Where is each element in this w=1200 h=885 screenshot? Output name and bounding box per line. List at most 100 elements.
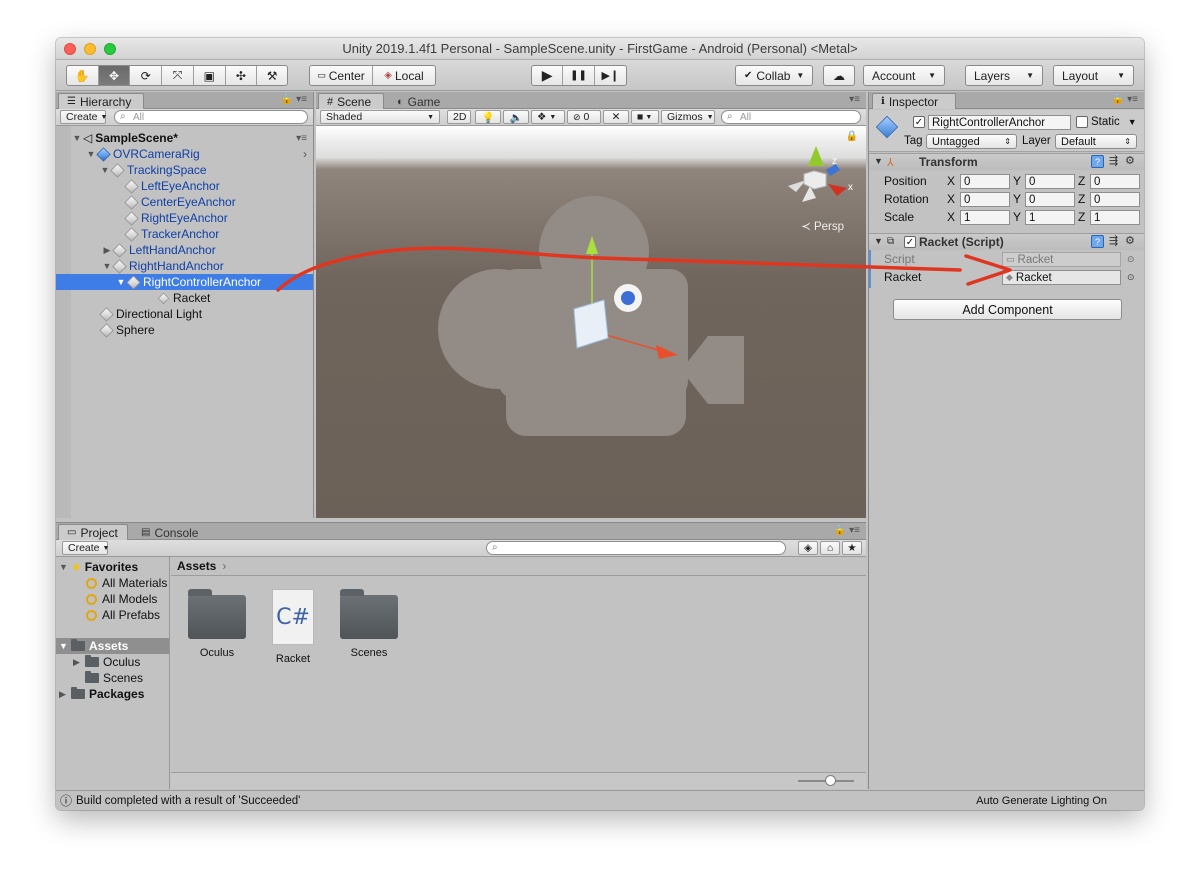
scale-y-field[interactable]: 1 — [1025, 210, 1075, 225]
tree-row-trackingspace[interactable]: ▼ TrackingSpace — [56, 162, 313, 178]
transform-header[interactable]: ▼ ⅄ Transform ? ⇶ ⚙ — [869, 153, 1144, 170]
tree-row-lefthandanchor[interactable]: ▶ LeftHandAnchor — [56, 242, 313, 258]
custom-tool-button[interactable]: ⚒ — [257, 66, 287, 85]
asset-racket-script[interactable]: C# Racket — [258, 589, 328, 665]
filter-type-button[interactable]: ◈ — [798, 541, 818, 555]
foldout-arrow-icon[interactable]: ▼ — [874, 236, 883, 246]
project-search-input[interactable]: ⌕ — [486, 541, 786, 555]
projection-toggle[interactable]: ≺ Persp — [801, 219, 844, 233]
collapsed-arrow-icon[interactable]: ▶ — [59, 689, 71, 700]
shading-mode-dropdown[interactable]: Shaded ▼ — [320, 110, 440, 124]
gear-icon[interactable]: ⚙ — [1125, 234, 1135, 247]
racket-script-header[interactable]: ▼ ⧉ ✓ Racket (Script) ? ⇶ ⚙ — [869, 233, 1144, 250]
zoom-slider-thumb[interactable] — [825, 775, 836, 786]
preset-icon[interactable]: ⇶ — [1109, 154, 1118, 167]
cloud-button[interactable]: ☁ — [823, 65, 855, 86]
position-z-field[interactable]: 0 — [1090, 174, 1140, 189]
camera-dropdown[interactable]: ■ ▼ — [631, 110, 659, 124]
breadcrumb-assets[interactable]: Assets — [177, 559, 216, 573]
tree-row-righthandanchor[interactable]: ▼ RightHandAnchor — [56, 258, 313, 274]
rotation-z-field[interactable]: 0 — [1090, 192, 1140, 207]
foldout-arrow-icon[interactable]: ▼ — [874, 156, 883, 166]
favorite-all-prefabs[interactable]: All Prefabs — [56, 607, 169, 623]
tree-row-trackeranchor[interactable]: TrackerAnchor — [56, 226, 313, 242]
hierarchy-search-input[interactable]: ⌕ All — [114, 110, 308, 124]
filter-label-button[interactable]: ⌂ — [820, 541, 840, 555]
play-button[interactable]: ▶ — [532, 66, 564, 85]
tab-scene[interactable]: # Scene — [318, 93, 384, 109]
tree-row-packages[interactable]: ▶ Packages — [56, 686, 169, 702]
scene-lock-icon[interactable]: 🔒 — [846, 131, 858, 142]
tree-row-centereyeanchor[interactable]: CenterEyeAnchor — [56, 194, 313, 210]
scene-viewport[interactable]: z x ≺ Persp 🔒 — [316, 126, 866, 518]
favorite-button[interactable]: ★ — [842, 541, 862, 555]
layers-dropdown[interactable]: Layers ▼ — [965, 65, 1043, 86]
panel-menu-icon[interactable]: ▾≡ — [849, 94, 860, 105]
static-checkbox[interactable] — [1076, 116, 1088, 128]
transform-tool-button[interactable]: ✣ — [226, 66, 258, 85]
panel-menu-icon[interactable]: 🔒 ▾≡ — [834, 525, 860, 536]
preset-icon[interactable]: ⇶ — [1109, 234, 1118, 247]
tag-dropdown[interactable]: Untagged ⇕ — [926, 134, 1017, 149]
tree-row-lefteyeanchor[interactable]: LeftEyeAnchor — [56, 178, 313, 194]
pivot-local-button[interactable]: ◈ Local — [373, 66, 435, 85]
collapsed-arrow-icon[interactable]: ▶ — [73, 657, 85, 668]
collab-dropdown[interactable]: ✔ Collab ▼ — [735, 65, 813, 86]
scene-menu-icon[interactable]: ▾≡ — [296, 133, 307, 144]
help-icon[interactable]: ? — [1091, 155, 1104, 168]
scale-tool-button[interactable]: ⤧ — [162, 66, 194, 85]
tools-toggle[interactable]: ✕ — [603, 110, 629, 124]
position-x-field[interactable]: 0 — [960, 174, 1010, 189]
static-toggle[interactable]: Static ▼ — [1076, 116, 1137, 128]
tab-project[interactable]: ▭ Project — [58, 524, 128, 540]
tree-row-scenes[interactable]: Scenes — [56, 670, 169, 686]
gizmos-dropdown[interactable]: Gizmos ▼ — [661, 110, 715, 124]
tree-row-scene[interactable]: ▼ ◁ SampleScene* ▾≡ — [56, 130, 313, 146]
hand-tool-button[interactable]: ✋ — [67, 66, 99, 85]
tree-row-righteyeanchor[interactable]: RightEyeAnchor — [56, 210, 313, 226]
scene-search-input[interactable]: ⌕ All — [721, 110, 861, 124]
hidden-objects-toggle[interactable]: ⊘ 0 — [567, 110, 601, 124]
tree-row-oculus[interactable]: ▶ Oculus — [56, 654, 169, 670]
expand-arrow-icon[interactable]: ▼ — [59, 641, 71, 651]
component-enabled-checkbox[interactable]: ✓ — [904, 236, 916, 248]
tree-row-sphere[interactable]: Sphere — [56, 322, 313, 338]
2d-toggle[interactable]: 2D — [447, 110, 471, 124]
tree-row-ovrcamerarig[interactable]: ▼ OVRCameraRig › — [56, 146, 313, 162]
tab-console[interactable]: ▤ Console — [132, 524, 204, 540]
tab-hierarchy[interactable]: ☰ Hierarchy — [58, 93, 144, 109]
chevron-right-icon[interactable]: › — [303, 147, 307, 161]
layer-dropdown[interactable]: Default ⇕ — [1055, 134, 1137, 149]
scale-z-field[interactable]: 1 — [1090, 210, 1140, 225]
asset-oculus[interactable]: Oculus — [182, 589, 252, 659]
position-y-field[interactable]: 0 — [1025, 174, 1075, 189]
effects-dropdown[interactable]: ❖ ▼ — [531, 110, 565, 124]
panel-menu-icon[interactable]: 🔒 ▾≡ — [1112, 94, 1138, 105]
audio-toggle[interactable]: 🔈 — [503, 110, 529, 124]
scale-x-field[interactable]: 1 — [960, 210, 1010, 225]
rotation-y-field[interactable]: 0 — [1025, 192, 1075, 207]
expand-arrow-icon[interactable]: ▼ — [59, 562, 71, 572]
panel-menu-icon[interactable]: 🔒 ▾≡ — [281, 94, 307, 105]
help-icon[interactable]: ? — [1091, 235, 1104, 248]
object-picker-icon[interactable]: ⊙ — [1127, 272, 1135, 283]
create-dropdown[interactable]: Create ▼ — [60, 110, 107, 124]
rect-tool-button[interactable]: ▣ — [194, 66, 226, 85]
object-name-input[interactable]: RightControllerAnchor — [928, 115, 1071, 130]
tab-game[interactable]: ◐ Game — [388, 93, 448, 109]
lighting-toggle[interactable]: 💡 — [475, 110, 501, 124]
move-tool-button[interactable]: ✥ — [98, 66, 131, 85]
favorite-all-models[interactable]: All Models — [56, 591, 169, 607]
tree-row-racket[interactable]: Racket — [56, 290, 313, 306]
gear-icon[interactable]: ⚙ — [1125, 154, 1135, 167]
tree-row-directional-light[interactable]: Directional Light — [56, 306, 313, 322]
racket-object-field[interactable]: ◆ Racket — [1002, 270, 1121, 285]
step-button[interactable]: ▶❙ — [595, 66, 626, 85]
tree-row-assets[interactable]: ▼ Assets — [56, 638, 169, 654]
tab-inspector[interactable]: ℹ Inspector — [872, 93, 956, 109]
lighting-status[interactable]: Auto Generate Lighting On — [976, 795, 1107, 807]
active-checkbox[interactable]: ✓ — [913, 116, 925, 128]
account-dropdown[interactable]: Account ▼ — [863, 65, 945, 86]
create-dropdown[interactable]: Create ▼ — [62, 541, 109, 555]
object-picker-icon[interactable]: ⊙ — [1127, 254, 1135, 265]
